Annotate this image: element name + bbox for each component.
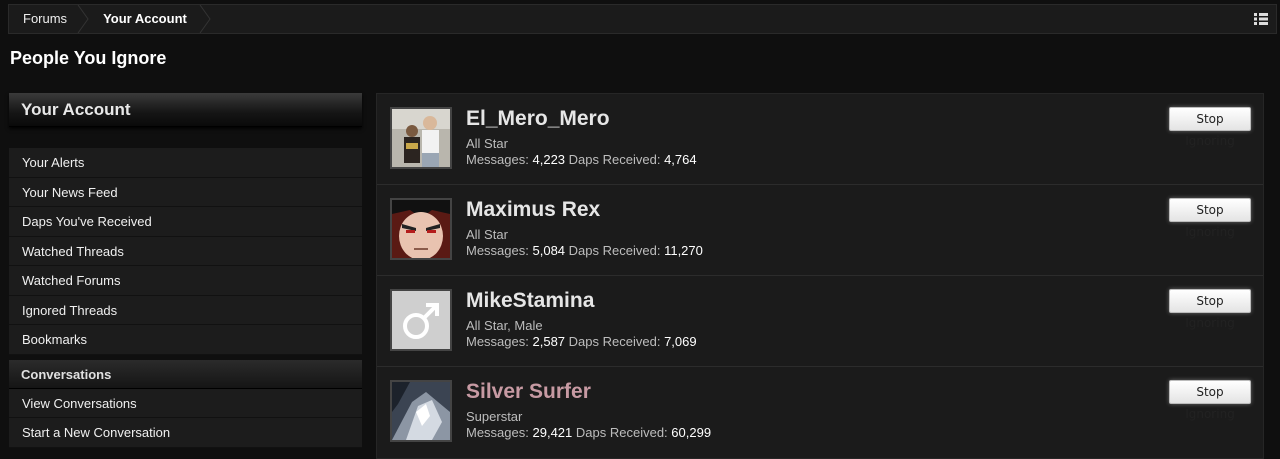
member-title: All Star [466, 227, 508, 242]
conversations-heading: Conversations [9, 359, 362, 389]
page-title: People You Ignore [10, 48, 167, 68]
daps-count: 7,069 [664, 334, 697, 349]
sidebar-item-news-feed[interactable]: Your News Feed [9, 178, 362, 207]
sidebar-item-watched-threads[interactable]: Watched Threads [9, 237, 362, 266]
breadcrumb-forums-label: Forums [23, 11, 68, 26]
avatar[interactable] [390, 198, 452, 260]
daps-label: Daps Received: [568, 152, 661, 167]
list-item: El_Mero_Mero All Star Messages: 4,223 Da… [377, 94, 1263, 185]
member-title: All Star, Male [466, 318, 543, 333]
list-item: Silver Surfer Superstar Messages: 29,421… [377, 367, 1263, 458]
member-stats: Messages: 2,587 Daps Received: 7,069 [466, 334, 697, 349]
member-name[interactable]: Silver Surfer [466, 380, 591, 404]
stop-ignoring-button[interactable]: Stop Ignoring [1169, 198, 1251, 239]
messages-label: Messages: [466, 152, 529, 167]
stop-ignoring-button[interactable]: Stop Ignoring [1169, 107, 1251, 148]
account-sidebar: Your Account Your Alerts Your News Feed … [9, 93, 362, 448]
messages-count: 2,587 [532, 334, 566, 349]
messages-label: Messages: [466, 425, 529, 440]
breadcrumb-forums[interactable]: Forums [9, 5, 85, 33]
sidebar-item-watched-forums[interactable]: Watched Forums [9, 266, 362, 296]
member-stats: Messages: 29,421 Daps Received: 60,299 [466, 425, 711, 440]
member-stats: Messages: 5,084 Daps Received: 11,270 [466, 243, 703, 258]
daps-count: 11,270 [664, 243, 703, 258]
list-item: MikeStamina All Star, Male Messages: 2,5… [377, 276, 1263, 367]
conversations-nav: Conversations View Conversations Start a… [9, 359, 362, 448]
member-title: Superstar [466, 409, 523, 424]
daps-label: Daps Received: [568, 334, 661, 349]
breadcrumb: Forums Your Account [8, 4, 1277, 34]
member-name[interactable]: Maximus Rex [466, 198, 600, 222]
sidebar-heading: Your Account [9, 93, 362, 127]
member-title: All Star [466, 136, 508, 151]
avatar[interactable] [390, 380, 452, 442]
avatar[interactable] [390, 289, 452, 351]
sidebar-item-bookmarks[interactable]: Bookmarks [9, 325, 362, 355]
ignored-members-list: El_Mero_Mero All Star Messages: 4,223 Da… [376, 93, 1264, 459]
list-menu-icon[interactable] [1254, 12, 1268, 26]
male-icon [392, 291, 450, 349]
messages-count: 5,084 [532, 243, 566, 258]
sidebar-item-daps-received[interactable]: Daps You've Received [9, 207, 362, 237]
member-name[interactable]: MikeStamina [466, 289, 594, 313]
messages-label: Messages: [466, 334, 529, 349]
sidebar-item-ignored-threads[interactable]: Ignored Threads [9, 296, 362, 325]
sidebar-item-alerts[interactable]: Your Alerts [9, 148, 362, 178]
messages-count: 29,421 [532, 425, 573, 440]
account-nav: Your Alerts Your News Feed Daps You've R… [9, 148, 362, 355]
stop-ignoring-button[interactable]: Stop Ignoring [1169, 380, 1251, 421]
daps-label: Daps Received: [568, 243, 661, 258]
daps-label: Daps Received: [575, 425, 668, 440]
member-name[interactable]: El_Mero_Mero [466, 107, 610, 131]
daps-count: 4,764 [664, 152, 697, 167]
avatar[interactable] [390, 107, 452, 169]
list-item: Maximus Rex All Star Messages: 5,084 Dap… [377, 185, 1263, 276]
stop-ignoring-button[interactable]: Stop Ignoring [1169, 289, 1251, 330]
breadcrumb-your-account[interactable]: Your Account [89, 5, 207, 33]
messages-label: Messages: [466, 243, 529, 258]
breadcrumb-your-account-label: Your Account [103, 11, 187, 26]
sidebar-item-view-conversations[interactable]: View Conversations [9, 389, 362, 418]
daps-count: 60,299 [671, 425, 712, 440]
sidebar-item-start-conversation[interactable]: Start a New Conversation [9, 418, 362, 448]
member-stats: Messages: 4,223 Daps Received: 4,764 [466, 152, 697, 167]
messages-count: 4,223 [532, 152, 566, 167]
